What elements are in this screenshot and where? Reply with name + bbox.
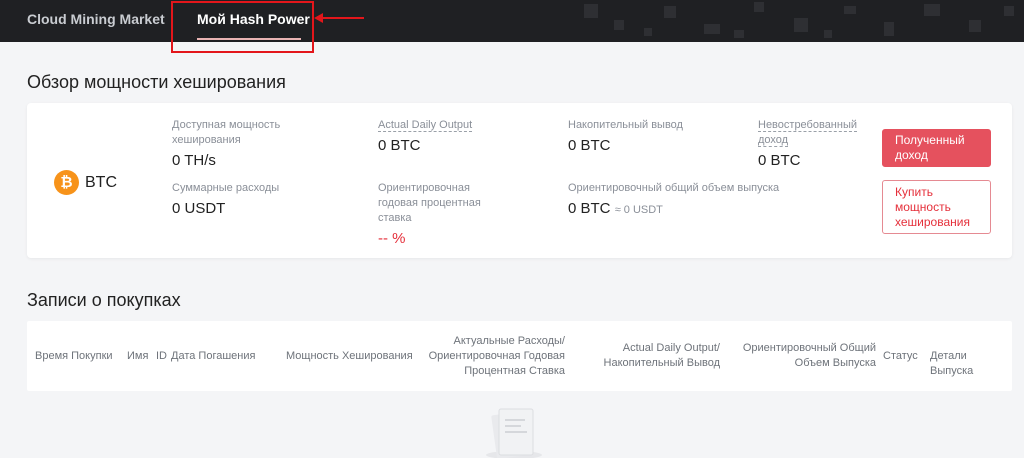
- stat-value: 0 BTC: [568, 200, 611, 217]
- stat-label: Суммарные расходы: [172, 182, 280, 194]
- coin-label: BTC: [85, 173, 117, 191]
- stat-total-expense: Суммарные расходы 0 USDT: [172, 181, 322, 217]
- stat-unclaimed-income: Невостребованный доход 0 BTC: [758, 118, 858, 169]
- records-title: Записи о покупках: [27, 290, 181, 310]
- top-nav-bar: Cloud Mining Market Мой Hash Power: [0, 0, 1024, 42]
- btc-coin-icon: ₿: [54, 170, 79, 195]
- column-purchase-time: Время Покупки: [35, 350, 113, 362]
- records-table-header: Время Покупки Имя ID Дата Погашения Мощн…: [27, 321, 1012, 391]
- coin-selector: ₿ BTC: [54, 170, 117, 195]
- stat-label-tooltip[interactable]: Actual Daily Output: [378, 119, 473, 132]
- received-income-button[interactable]: Полученный доход: [882, 129, 991, 167]
- stat-label-tooltip[interactable]: Невостребованный доход: [758, 119, 858, 147]
- overview-card: ₿ BTC Доступная мощность хеширования 0 T…: [27, 103, 1012, 258]
- stat-value-row: 0 BTC ≈ 0 USDT: [568, 200, 798, 217]
- stat-label: Ориентировочный общий объем выпуска: [568, 182, 780, 194]
- annotation-arrow-icon: [318, 17, 364, 19]
- stat-available-hash: Доступная мощность хеширования 0 TH/s: [172, 118, 322, 169]
- column-expiry-date: Дата Погашения: [171, 350, 256, 362]
- empty-documents-icon: [486, 408, 542, 458]
- stat-daily-output: Actual Daily Output 0 BTC: [378, 118, 538, 154]
- nav-cloud-mining-market[interactable]: Cloud Mining Market: [27, 11, 165, 27]
- stat-label: Доступная мощность хеширования: [172, 119, 281, 146]
- stat-value: 0 TH/s: [172, 152, 216, 169]
- stat-value: -- %: [378, 230, 406, 247]
- column-status: Статус: [883, 350, 918, 362]
- column-total-output: Ориентировочный Общий Объем Выпуска: [742, 342, 876, 369]
- nav-decorative-pattern: [584, 2, 1014, 38]
- stat-value: 0 USDT: [172, 200, 226, 217]
- column-hash-power: Мощность Хеширования: [286, 350, 413, 362]
- annotation-arrow-head: [314, 13, 323, 23]
- stat-value: 0 BTC: [378, 137, 421, 154]
- overview-title: Обзор мощности хеширования: [27, 72, 286, 92]
- stat-accumulated-output: Накопительный вывод 0 BTC: [568, 118, 738, 154]
- column-details: Детали Выпуска: [930, 350, 974, 377]
- stat-annual-rate: Ориентировочная годовая процентная ставк…: [378, 181, 498, 247]
- stat-label: Накопительный вывод: [568, 119, 683, 131]
- stat-approx-value: ≈ 0 USDT: [614, 204, 663, 216]
- column-id: ID: [156, 350, 167, 362]
- stat-total-output: Ориентировочный общий объем выпуска 0 BT…: [568, 181, 798, 217]
- stat-value: 0 BTC: [758, 152, 801, 169]
- column-name: Имя: [127, 350, 149, 362]
- annotation-highlight-box: [171, 1, 314, 53]
- stat-value: 0 BTC: [568, 137, 611, 154]
- column-daily-output: Actual Daily Output/Накопительный Вывод: [603, 342, 720, 369]
- column-cost-rate: Актуальные Расходы/Ориентировочная Годов…: [428, 335, 565, 377]
- stat-label: Ориентировочная годовая процентная ставк…: [378, 182, 481, 224]
- buy-hash-power-button[interactable]: Купить мощность хеширования: [882, 180, 991, 234]
